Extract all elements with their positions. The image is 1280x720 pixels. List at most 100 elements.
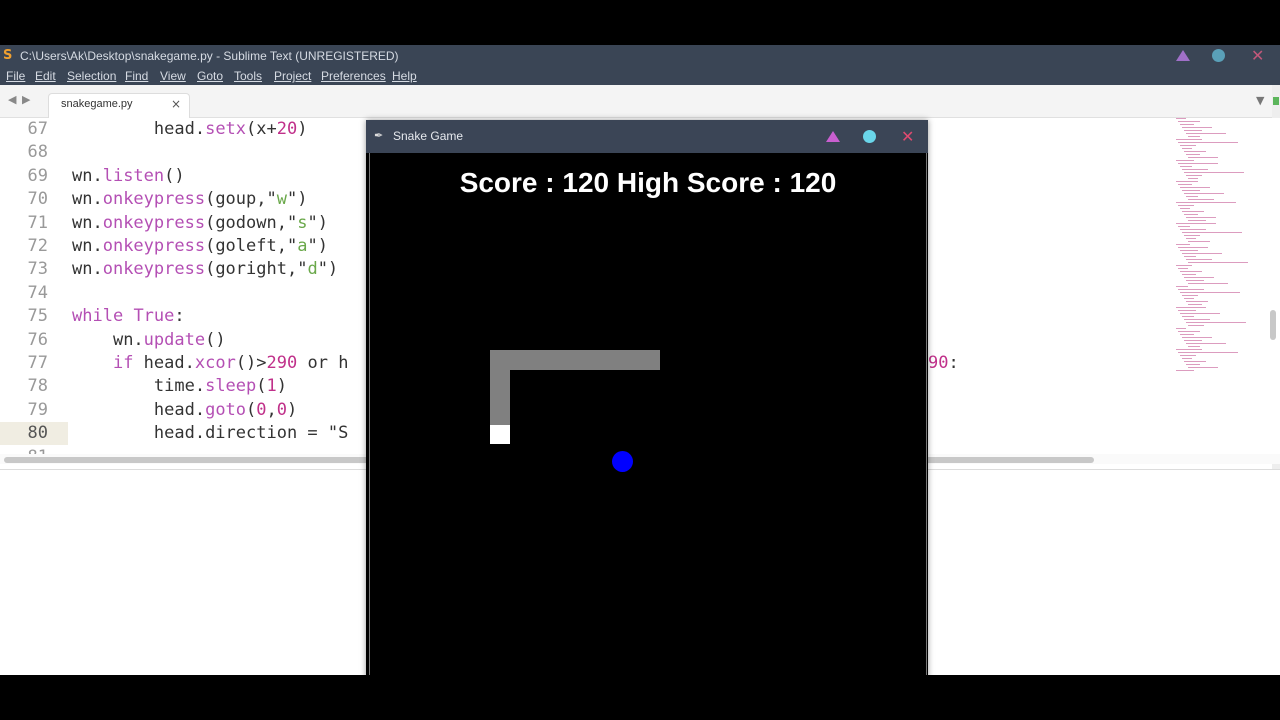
feather-icon: ✒ — [374, 129, 384, 142]
minimap-line — [1180, 124, 1194, 125]
minimap-line — [1186, 280, 1204, 281]
game-maximize-button[interactable] — [863, 129, 879, 145]
snake-game-window[interactable]: ✒ Snake Game ✕ Score : 120 High Score : … — [366, 120, 928, 675]
menu-tools[interactable]: Tools — [234, 67, 262, 85]
minimap-line — [1184, 319, 1210, 320]
minimap[interactable] — [1174, 118, 1274, 454]
code-text: wn.update() — [112, 329, 226, 350]
close-icon: ✕ — [1251, 46, 1265, 65]
menu-bar: File Edit Selection Find View Goto Tools… — [0, 67, 1280, 85]
minimap-line — [1176, 328, 1186, 329]
minimap-line — [1180, 313, 1220, 314]
sublime-icon: S — [3, 48, 13, 63]
game-close-button[interactable]: ✕ — [901, 129, 917, 145]
code-text: wn.listen() — [72, 165, 185, 186]
minimap-line — [1186, 343, 1226, 344]
minimap-line — [1180, 271, 1202, 272]
app-title-bar: S C:\Users\Ak\Desktop\snakegame.py - Sub… — [0, 45, 1280, 67]
menu-find[interactable]: Find — [125, 67, 148, 85]
game-minimize-button[interactable] — [826, 129, 842, 145]
minimap-line — [1176, 139, 1202, 140]
menu-preferences[interactable]: Preferences — [321, 67, 386, 85]
code-text: head.goto(0,0) — [153, 399, 298, 420]
menu-file[interactable]: File — [6, 67, 25, 85]
minimap-line — [1188, 157, 1218, 158]
minimap-line — [1182, 190, 1200, 191]
minimize-button[interactable] — [1176, 48, 1192, 64]
minimap-line — [1184, 151, 1206, 152]
game-window-title: Snake Game — [393, 129, 464, 143]
minimap-line — [1178, 205, 1194, 206]
editor-scroll-thumb[interactable] — [1270, 310, 1276, 340]
tab-close-icon[interactable]: × — [171, 97, 181, 111]
maximize-button[interactable] — [1212, 48, 1228, 64]
minimap-line — [1186, 154, 1200, 155]
minimap-line — [1180, 187, 1210, 188]
menu-project[interactable]: Project — [274, 67, 311, 85]
minimap-line — [1182, 169, 1208, 170]
minimap-line — [1188, 325, 1204, 326]
back-arrow-icon[interactable]: ◀ — [8, 93, 16, 106]
minimap-line — [1184, 298, 1194, 299]
minimap-line — [1178, 226, 1190, 227]
snake-body-segment — [490, 350, 510, 429]
code-text-tail: 90: — [928, 353, 959, 373]
minimap-line — [1188, 346, 1200, 347]
minimap-line — [1188, 304, 1202, 305]
forward-arrow-icon[interactable]: ▶ — [22, 93, 30, 106]
minimap-line — [1186, 175, 1202, 176]
line-number: 70 — [27, 189, 48, 210]
minimap-line — [1176, 265, 1192, 266]
code-text: head.direction = "S — [153, 423, 349, 444]
menu-selection[interactable]: Selection — [67, 67, 116, 85]
line-number: 74 — [27, 282, 48, 303]
minimap-line — [1184, 193, 1224, 194]
code-text: head.setx(x+20) — [153, 119, 308, 139]
line-number: 79 — [27, 399, 48, 420]
minimap-line — [1176, 244, 1190, 245]
tab-snakegame[interactable]: snakegame.py × — [48, 93, 190, 118]
minimap-line — [1180, 334, 1194, 335]
score-display: Score : 120 High Score : 120 — [459, 167, 837, 198]
minimap-line — [1186, 196, 1198, 197]
minimap-line — [1178, 268, 1188, 269]
menu-edit[interactable]: Edit — [35, 67, 56, 85]
minimap-line — [1186, 301, 1208, 302]
game-canvas[interactable]: Score : 120 High Score : 120 — [369, 153, 927, 675]
minimap-line — [1184, 235, 1200, 236]
minimap-line — [1182, 232, 1242, 233]
menu-goto[interactable]: Goto — [197, 67, 223, 85]
minimap-line — [1182, 148, 1192, 149]
minimap-line — [1182, 358, 1192, 359]
minimap-line — [1188, 283, 1228, 284]
minimap-line — [1188, 241, 1210, 242]
minimap-line — [1184, 277, 1214, 278]
close-button[interactable]: ✕ — [1251, 48, 1267, 64]
minimap-line — [1188, 262, 1248, 263]
menu-help[interactable]: Help — [392, 67, 417, 85]
minimap-line — [1176, 160, 1194, 161]
food-dot — [612, 451, 633, 472]
minimap-line — [1176, 349, 1202, 350]
minimap-line — [1184, 361, 1206, 362]
minimap-line — [1176, 181, 1198, 182]
desktop-screen: S C:\Users\Ak\Desktop\snakegame.py - Sub… — [0, 45, 1280, 675]
scroll-thumb[interactable] — [1273, 97, 1279, 105]
minimap-line — [1178, 247, 1208, 248]
minimap-line — [1178, 163, 1218, 164]
menu-view[interactable]: View — [160, 67, 186, 85]
line-number: 75 — [27, 306, 48, 327]
line-number: 80 — [0, 422, 68, 446]
tab-dropdown-icon[interactable]: ▼ — [1256, 94, 1264, 107]
minimap-line — [1188, 199, 1214, 200]
circle-icon — [1212, 49, 1225, 62]
minimap-line — [1176, 286, 1188, 287]
minimap-line — [1178, 310, 1196, 311]
tab-bar: ◀ ▶ snakegame.py × ▼ — [0, 85, 1280, 118]
minimap-line — [1186, 259, 1212, 260]
minimap-line — [1182, 316, 1194, 317]
minimap-line — [1180, 229, 1206, 230]
circle-icon — [863, 130, 876, 143]
minimap-line — [1186, 238, 1196, 239]
